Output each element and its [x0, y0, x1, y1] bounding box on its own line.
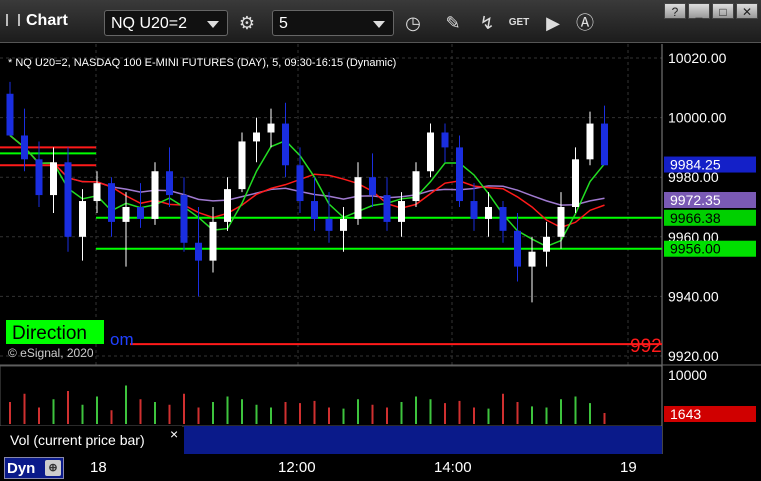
play-icon[interactable]: ▶	[540, 10, 566, 36]
candle-body	[485, 207, 492, 219]
candle-body	[340, 218, 347, 231]
candle-body	[296, 165, 304, 202]
candle-body	[6, 93, 14, 136]
candle-body	[514, 230, 521, 267]
candle-body	[64, 162, 72, 237]
partial-price-label: 992	[630, 336, 662, 357]
symbol-value: NQ U20=2	[111, 15, 188, 32]
app-title-label: Chart	[26, 12, 68, 29]
candle-body	[543, 236, 550, 252]
y-tick-label: 9940.00	[668, 288, 719, 304]
volume-info-strip	[184, 426, 662, 454]
maximize-button[interactable]: □	[712, 3, 734, 19]
candle-body	[311, 201, 318, 219]
close-button[interactable]: ✕	[736, 3, 758, 19]
lock-icon[interactable]: ⊕	[45, 460, 61, 476]
candle-body	[137, 207, 144, 219]
symbol-input[interactable]: NQ U20=2	[104, 10, 228, 36]
candle-body	[325, 218, 333, 231]
candle-body	[456, 147, 463, 202]
chart-style-icon[interactable]: ↯	[474, 10, 500, 36]
interval-select[interactable]: 5	[272, 10, 394, 36]
dyn-button[interactable]: Dyn ⊕	[4, 457, 64, 479]
x-tick-label: 18	[90, 459, 107, 476]
price-tag-label: 9984.25	[670, 157, 721, 173]
y-tick-label: 9920.00	[668, 348, 719, 364]
candle-body	[354, 177, 362, 219]
chart-area[interactable]: 10020.0010000.009980.009960.009940.00992…	[0, 44, 761, 454]
candle-body	[572, 159, 579, 207]
candle-body	[224, 189, 231, 222]
price-tag-label: 9972.35	[670, 192, 721, 208]
price-axis[interactable]: 10020.0010000.009980.009960.009940.00992…	[664, 50, 756, 422]
candle-body	[35, 159, 43, 196]
candle-body	[282, 123, 289, 166]
x-tick-label: 12:00	[278, 459, 316, 476]
candle-body	[470, 201, 478, 219]
get-label: GET	[508, 17, 530, 28]
price-tag-label: 9956.00	[670, 241, 721, 257]
time-axis[interactable]: Dyn ⊕ 18 12:00 14:00 19	[0, 454, 761, 481]
candle-body	[586, 123, 594, 160]
get-icon[interactable]: GET	[506, 10, 532, 36]
candle-body	[441, 132, 449, 148]
x-tick-label: 14:00	[434, 459, 472, 476]
candle-body	[398, 201, 405, 222]
price-panel[interactable]	[0, 44, 662, 364]
candle-body	[151, 171, 159, 219]
restore-button[interactable]: ?	[664, 3, 686, 19]
copyright-label: © eSignal, 2020	[8, 346, 94, 360]
chevron-down-icon[interactable]	[207, 21, 219, 28]
y-tick-label: 10020.00	[668, 50, 727, 66]
help-icon[interactable]: Ⓐ	[572, 10, 598, 36]
candle-body	[21, 135, 28, 160]
toolbar: Chart NQ U20=2 ⚙ 5 ◷ ✎ ↯ GET ▶ Ⓐ ? _ □ ✕	[0, 0, 761, 43]
candle-body	[412, 171, 420, 202]
candle-body	[108, 183, 115, 222]
minimize-button[interactable]: _	[688, 3, 710, 19]
volume-tick-label: 10000	[668, 367, 707, 383]
volume-label: Vol (current price bar)	[10, 432, 145, 448]
candle-body	[427, 132, 434, 172]
chart-header: * NQ U20=2, NASDAQ 100 E-MINI FUTURES (D…	[8, 57, 396, 69]
candle-body	[253, 132, 260, 142]
candle-body	[50, 162, 57, 196]
volume-plot	[0, 365, 663, 427]
candle-body	[122, 207, 130, 222]
close-icon[interactable]: ×	[170, 426, 178, 442]
candle-body	[383, 195, 391, 222]
candle-body	[209, 221, 217, 261]
candle-body	[180, 195, 188, 243]
y-tick-label: 10000.00	[668, 110, 727, 126]
candle-body	[601, 123, 608, 166]
chevron-down-icon[interactable]	[373, 21, 385, 28]
price-tag-label: 9966.38	[670, 210, 721, 226]
candle-body	[499, 207, 507, 231]
settings-icon[interactable]: ⚙	[234, 10, 260, 36]
pencil-icon[interactable]: ✎	[440, 10, 466, 36]
clock-icon[interactable]: ◷	[400, 10, 426, 36]
candle-body	[166, 171, 173, 196]
candle-body	[267, 123, 275, 133]
volume-tag-label: 1643	[670, 406, 701, 422]
app-title: Chart	[6, 12, 68, 30]
grip-icon[interactable]	[6, 14, 20, 26]
candle-body	[93, 183, 101, 202]
candle-body	[79, 201, 86, 237]
direction-label: Direction	[12, 323, 87, 344]
candle-body	[528, 251, 536, 267]
interval-value: 5	[279, 15, 288, 32]
candle-body	[369, 177, 376, 196]
dyn-label: Dyn	[7, 460, 36, 477]
candle-body	[557, 207, 565, 237]
candle-body	[238, 141, 246, 190]
candle-body	[195, 242, 202, 261]
partial-label: om	[110, 330, 134, 349]
x-tick-label: 19	[620, 459, 637, 476]
